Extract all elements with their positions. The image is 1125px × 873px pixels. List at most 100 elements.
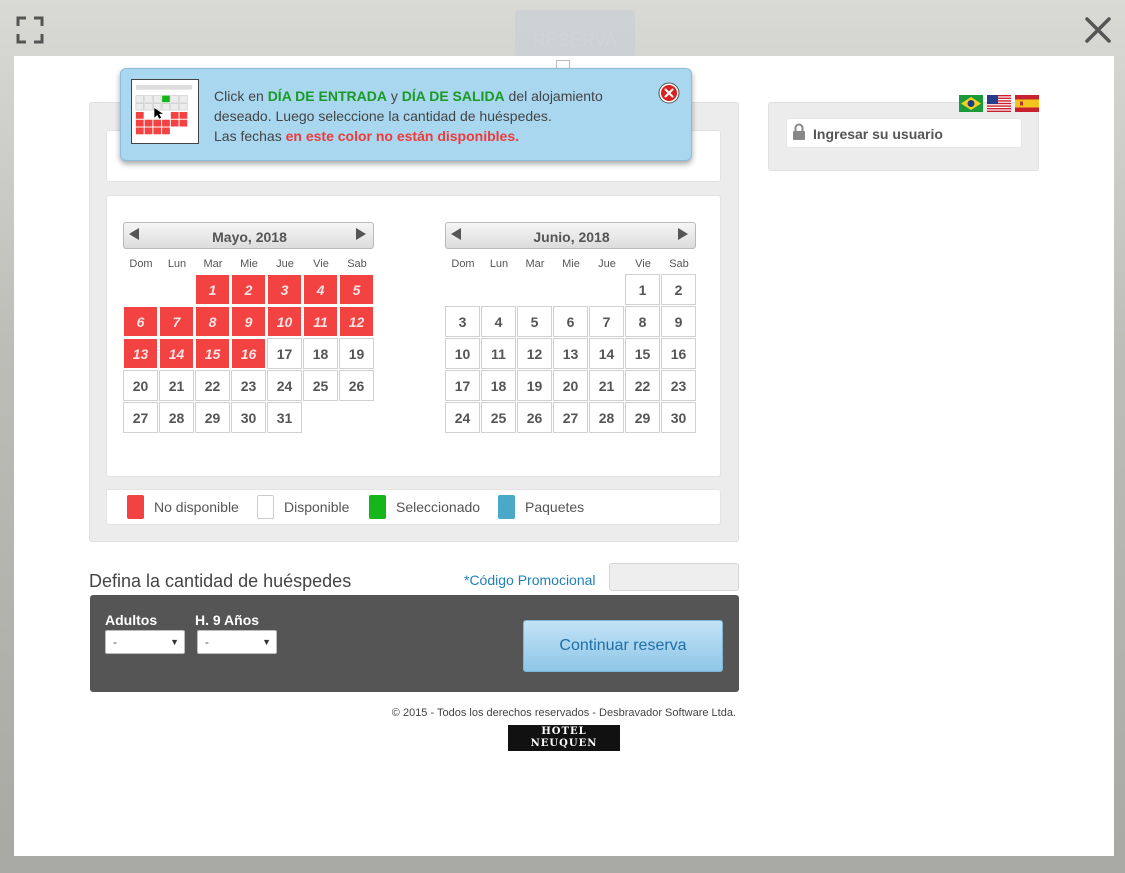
availability-legend: No disponible Disponible Seleccionado Pa… <box>106 489 721 525</box>
calendar-day[interactable]: 30 <box>231 402 266 433</box>
adults-select[interactable]: - ▼ <box>105 630 185 654</box>
calendar-day[interactable]: 28 <box>589 402 624 433</box>
calendar-day[interactable]: 3 <box>445 306 480 337</box>
calendar-day[interactable]: 27 <box>553 402 588 433</box>
weekday-label: Lun <box>489 258 509 270</box>
calendar-day[interactable]: 12 <box>517 338 552 369</box>
calendar-day[interactable]: 4 <box>481 306 516 337</box>
logo-line1: HOTEL <box>541 726 587 737</box>
calendar-day[interactable]: 23 <box>231 370 266 401</box>
calendar-day[interactable]: 25 <box>481 402 516 433</box>
calendar-day-unavailable[interactable]: 12 <box>339 306 374 337</box>
calendar-day-unavailable[interactable]: 3 <box>267 274 302 305</box>
calendar-day[interactable]: 20 <box>123 370 158 401</box>
calendar-day[interactable]: 9 <box>661 306 696 337</box>
legend-swatch <box>498 495 515 519</box>
calendar-day-unavailable[interactable]: 5 <box>339 274 374 305</box>
weekday-label: Dom <box>451 258 475 270</box>
tooltip-text: Click en DÍA DE ENTRADA y DÍA DE SALIDA … <box>214 86 634 146</box>
month-title: Mayo, 2018 <box>212 229 287 245</box>
calendar-day[interactable]: 7 <box>589 306 624 337</box>
calendar-day[interactable]: 17 <box>445 370 480 401</box>
calendar-day[interactable]: 6 <box>553 306 588 337</box>
calendar-day[interactable]: 25 <box>303 370 338 401</box>
calendar-day[interactable]: 15 <box>625 338 660 369</box>
calendar-day[interactable]: 8 <box>625 306 660 337</box>
legend-swatch <box>369 495 386 519</box>
weekday-label: Mar <box>203 258 223 270</box>
calendar-day[interactable]: 29 <box>625 402 660 433</box>
calendar-day[interactable]: 18 <box>303 338 338 369</box>
calendar-day[interactable]: 1 <box>625 274 660 305</box>
instructions-tooltip: Click en DÍA DE ENTRADA y DÍA DE SALIDA … <box>120 68 692 161</box>
calendar-day[interactable]: 20 <box>553 370 588 401</box>
calendar-day[interactable]: 13 <box>553 338 588 369</box>
calendar-day[interactable]: 22 <box>625 370 660 401</box>
calendar-day[interactable]: 30 <box>661 402 696 433</box>
weekday-label: Mie <box>562 258 580 270</box>
day-grid: 1 2 3 4 5 6 7 8 9 10 11 12 13 14 15 16 17 18 19 20 21 22 23 24 2… <box>123 274 375 434</box>
close-modal-icon[interactable] <box>1084 16 1112 44</box>
calendar-day[interactable]: 28 <box>159 402 194 433</box>
calendar-day-unavailable[interactable]: 8 <box>195 306 230 337</box>
flag-spain-icon[interactable] <box>1015 95 1039 112</box>
calendar-day[interactable]: 18 <box>481 370 516 401</box>
calendar-day[interactable]: 26 <box>517 402 552 433</box>
calendar-day-unavailable[interactable]: 6 <box>123 306 158 337</box>
legend-label: No disponible <box>154 499 239 515</box>
legend-swatch <box>127 495 144 519</box>
calendar-day-unavailable[interactable]: 1 <box>195 274 230 305</box>
chevron-down-icon: ▼ <box>170 637 179 647</box>
legend-swatch <box>257 495 274 519</box>
flag-usa-icon[interactable] <box>987 95 1011 112</box>
calendar-day[interactable]: 21 <box>589 370 624 401</box>
calendar-day-unavailable[interactable]: 4 <box>303 274 338 305</box>
calendar-day[interactable]: 14 <box>589 338 624 369</box>
calendar-day[interactable]: 16 <box>661 338 696 369</box>
calendar-day[interactable]: 10 <box>445 338 480 369</box>
calendar-day[interactable]: 24 <box>267 370 302 401</box>
calendar-day[interactable]: 17 <box>267 338 302 369</box>
prev-month-arrow-icon[interactable] <box>129 228 139 240</box>
fullscreen-icon[interactable] <box>16 16 44 44</box>
calendar-day[interactable]: 27 <box>123 402 158 433</box>
promo-code-input[interactable] <box>609 563 739 591</box>
weekday-header: Dom Lun Mar Mie Jue Vie Sab <box>445 258 697 272</box>
tooltip-prefix: Click en <box>214 88 268 104</box>
continue-reservation-button[interactable]: Continuar reserva <box>523 620 723 672</box>
flag-brazil-icon[interactable] <box>959 95 983 112</box>
hotel-logo: HOTEL NEUQUEN <box>508 725 620 751</box>
calendar-day-unavailable[interactable]: 11 <box>303 306 338 337</box>
calendar-day-unavailable[interactable]: 9 <box>231 306 266 337</box>
calendar-day[interactable]: 31 <box>267 402 302 433</box>
calendar-day[interactable]: 19 <box>517 370 552 401</box>
calendar-day[interactable]: 23 <box>661 370 696 401</box>
next-month-arrow-icon[interactable] <box>678 228 688 240</box>
tooltip-close-icon[interactable] <box>658 82 680 104</box>
calendar-day-unavailable[interactable]: 2 <box>231 274 266 305</box>
promo-code-link[interactable]: *Código Promocional <box>464 572 596 588</box>
login-label: Ingresar su usuario <box>813 126 943 142</box>
calendar-day-unavailable[interactable]: 16 <box>231 338 266 369</box>
calendar-day[interactable]: 22 <box>195 370 230 401</box>
calendar-day[interactable]: 24 <box>445 402 480 433</box>
legend-label: Seleccionado <box>396 499 481 515</box>
calendar-day-unavailable[interactable]: 15 <box>195 338 230 369</box>
calendar-day[interactable]: 2 <box>661 274 696 305</box>
login-button[interactable]: Ingresar su usuario <box>786 118 1022 148</box>
calendar-day-unavailable[interactable]: 13 <box>123 338 158 369</box>
calendar-day-unavailable[interactable]: 10 <box>267 306 302 337</box>
calendar-day-unavailable[interactable]: 14 <box>159 338 194 369</box>
prev-month-arrow-icon[interactable] <box>451 228 461 240</box>
calendar-day[interactable]: 21 <box>159 370 194 401</box>
calendar-day[interactable]: 19 <box>339 338 374 369</box>
calendar-day[interactable]: 5 <box>517 306 552 337</box>
calendar-day[interactable]: 26 <box>339 370 374 401</box>
children-select[interactable]: - ▼ <box>197 630 277 654</box>
calendar-day[interactable]: 11 <box>481 338 516 369</box>
children-label: H. 9 Años <box>195 612 260 628</box>
calendar-day-unavailable[interactable]: 7 <box>159 306 194 337</box>
calendar-day[interactable]: 29 <box>195 402 230 433</box>
next-month-arrow-icon[interactable] <box>356 228 366 240</box>
day-grid: 1 2 3 4 5 6 7 8 9 10 11 12 13 14 15 16 17 18 19 20 21 22 23 24 2… <box>445 274 697 434</box>
